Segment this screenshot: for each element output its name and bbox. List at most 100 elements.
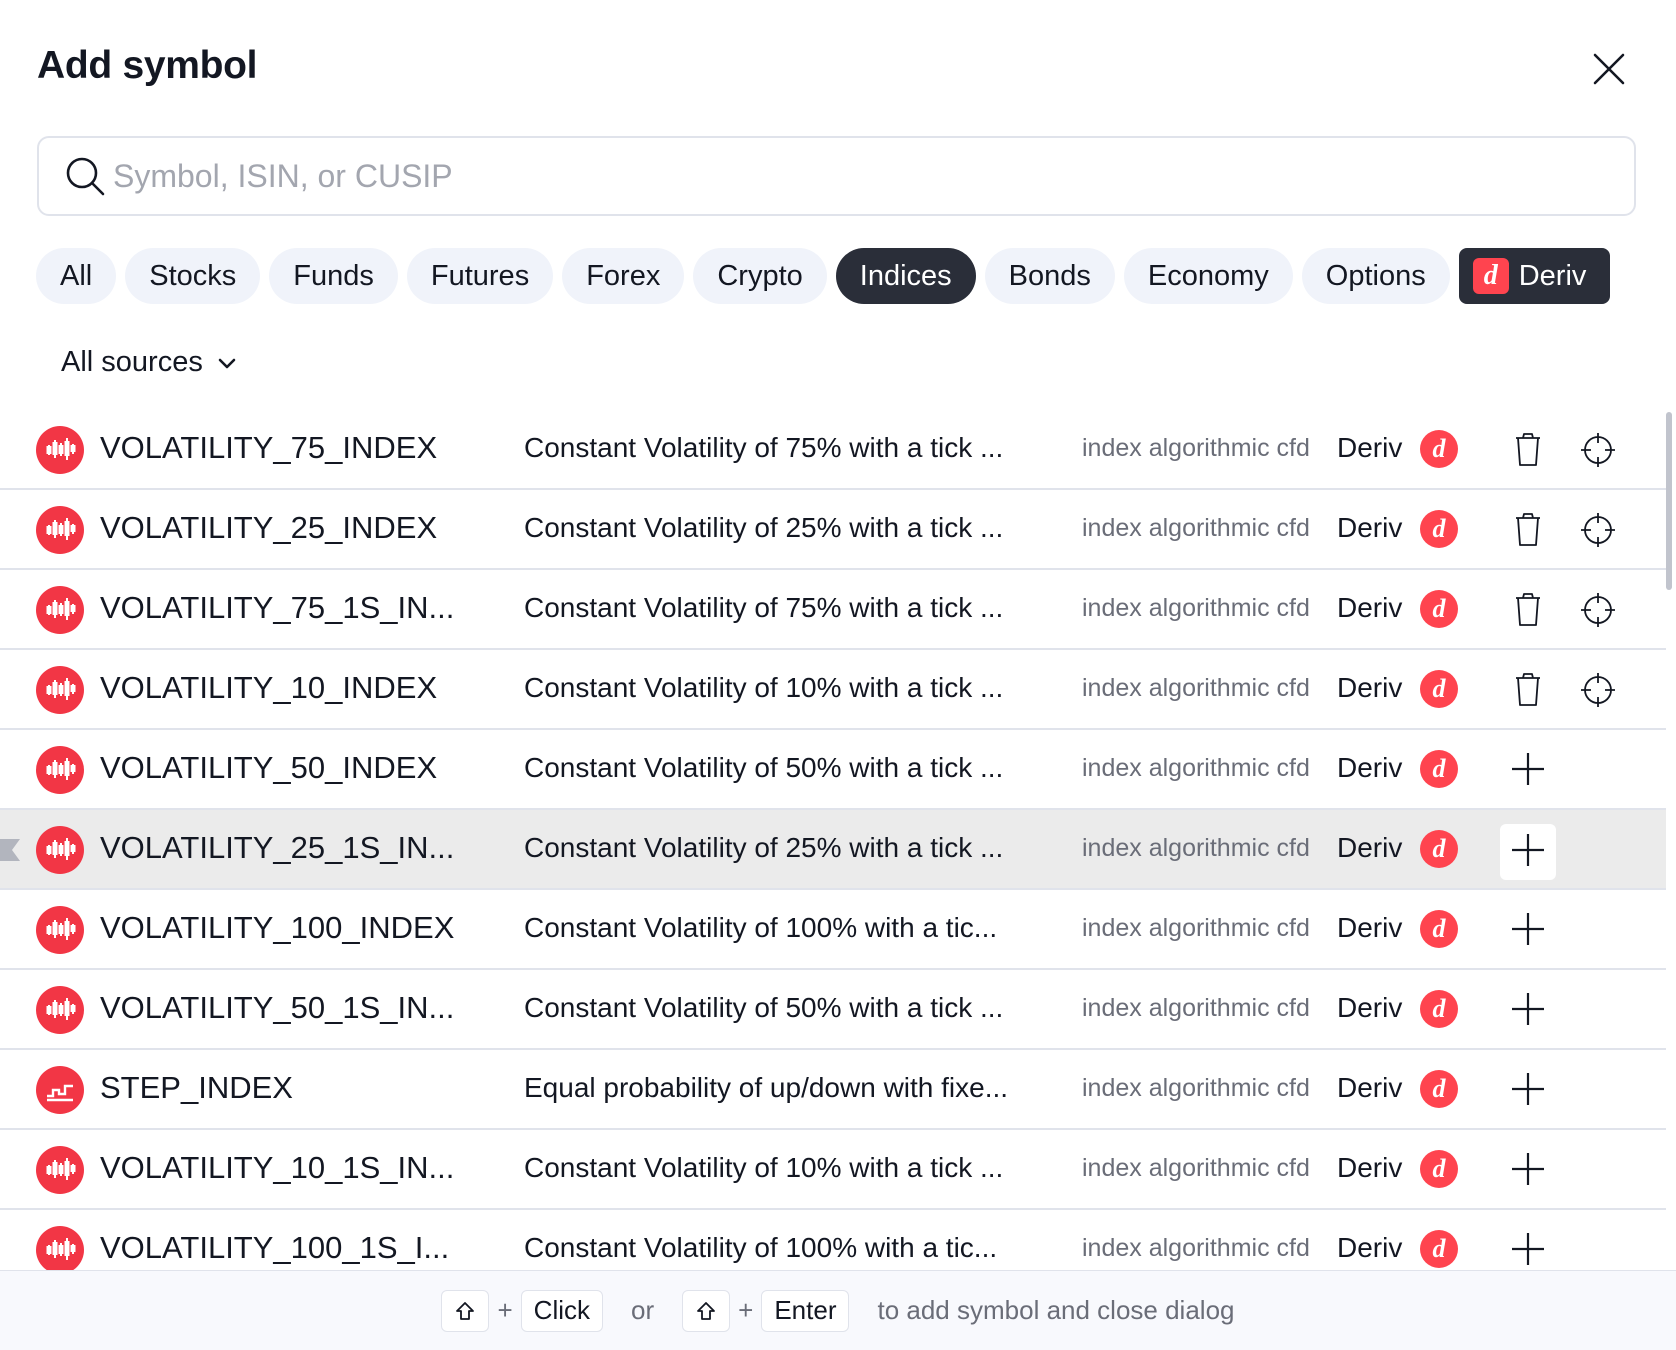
symbol-name: VOLATILITY_100_INDEX: [100, 910, 455, 945]
deriv-logo-icon: d: [1420, 830, 1458, 868]
symbol-type: index algorithmic cfd: [1082, 834, 1310, 862]
add-symbol-button[interactable]: [1500, 988, 1556, 1034]
symbol-name: VOLATILITY_75_INDEX: [100, 430, 438, 465]
list-scrollbar[interactable]: [1666, 412, 1672, 590]
tab-label: Futures: [430, 259, 530, 292]
add-symbol-button[interactable]: [1500, 908, 1556, 954]
symbol-row[interactable]: VOLATILITY_75_INDEX Constant Volatility o…: [0, 410, 1666, 490]
trash-icon: [1508, 429, 1548, 474]
remove-symbol-button[interactable]: [1500, 428, 1556, 474]
locate-symbol-button[interactable]: [1578, 590, 1622, 634]
symbol-description: Constant Volatility of 75% with a tick .…: [524, 432, 1004, 463]
deriv-logo-icon: d: [1420, 590, 1458, 628]
locate-symbol-button[interactable]: [1578, 430, 1622, 474]
tab-funds[interactable]: Funds: [269, 248, 398, 304]
plus-text: +: [497, 1295, 513, 1325]
symbol-name: VOLATILITY_10_INDEX: [100, 670, 438, 705]
crosshair-icon: [1578, 513, 1618, 554]
add-symbol-button[interactable]: [1500, 824, 1556, 880]
symbol-row[interactable]: VOLATILITY_10_1S_IN... Constant Volatilit…: [0, 1130, 1666, 1210]
tab-stocks[interactable]: Stocks: [125, 248, 261, 304]
candles-icon: [36, 1226, 84, 1270]
symbol-type: index algorithmic cfd: [1082, 594, 1310, 622]
symbol-name: VOLATILITY_10_1S_IN...: [100, 1150, 455, 1185]
or-text: or: [631, 1295, 655, 1325]
remove-symbol-button[interactable]: [1500, 668, 1556, 714]
locate-symbol-button[interactable]: [1578, 510, 1622, 554]
candles-icon: [36, 1146, 84, 1194]
tab-indices[interactable]: Indices: [835, 248, 976, 304]
tab-label: Crypto: [717, 259, 803, 292]
tab-forex[interactable]: Forex: [562, 248, 685, 304]
candles-icon: [36, 746, 84, 794]
close-button[interactable]: [1585, 45, 1633, 93]
plus-icon: [1508, 1149, 1548, 1194]
crosshair-icon: [1578, 593, 1618, 634]
symbol-description: Constant Volatility of 10% with a tick .…: [524, 1152, 1004, 1183]
candles-icon: [36, 826, 84, 874]
symbol-description: Constant Volatility of 25% with a tick .…: [524, 832, 1004, 863]
exchange-name: Deriv: [1337, 752, 1403, 783]
symbol-description: Constant Volatility of 50% with a tick .…: [524, 752, 1004, 783]
click-key: Click: [520, 1289, 604, 1332]
deriv-logo-icon: d: [1420, 510, 1458, 548]
exchange-name: Deriv: [1337, 1072, 1403, 1103]
hint-text: to add symbol and close dialog: [877, 1295, 1235, 1325]
symbol-row[interactable]: STEP_INDEX Equal probability of up/down w…: [0, 1050, 1666, 1130]
symbol-row[interactable]: VOLATILITY_50_1S_IN... Constant Volatilit…: [0, 970, 1666, 1050]
symbol-type: index algorithmic cfd: [1082, 1234, 1310, 1262]
sources-label: All sources: [61, 346, 203, 378]
symbol-row[interactable]: VOLATILITY_75_1S_IN... Constant Volatilit…: [0, 570, 1666, 650]
tab-options[interactable]: Options: [1301, 248, 1450, 304]
tab-all[interactable]: All: [36, 248, 117, 304]
sources-dropdown[interactable]: All sources: [61, 346, 239, 379]
tab-futures[interactable]: Futures: [406, 248, 554, 304]
candles-icon: [36, 666, 84, 714]
shift-icon: [456, 1301, 475, 1320]
remove-symbol-button[interactable]: [1500, 508, 1556, 554]
tab-deriv[interactable]: d Deriv: [1458, 248, 1611, 304]
deriv-logo-icon: d: [1420, 990, 1458, 1028]
tab-crypto[interactable]: Crypto: [693, 248, 827, 304]
symbol-list: VOLATILITY_75_INDEX Constant Volatility o…: [0, 410, 1666, 1270]
row-flag-marker[interactable]: [0, 839, 20, 861]
candles-icon: [36, 906, 84, 954]
symbol-description: Constant Volatility of 50% with a tick .…: [524, 992, 1004, 1023]
deriv-logo-icon: d: [1420, 1230, 1458, 1268]
add-symbol-dialog: Add symbol All Stocks Funds Futures Forex Cry…: [0, 0, 1676, 1350]
exchange-name: Deriv: [1337, 912, 1403, 943]
search-input[interactable]: [113, 157, 1513, 195]
plus-icon: [1508, 830, 1548, 875]
exchange-name: Deriv: [1337, 592, 1403, 623]
deriv-logo-icon: d: [1420, 670, 1458, 708]
remove-symbol-button[interactable]: [1500, 588, 1556, 634]
add-symbol-button[interactable]: [1500, 1068, 1556, 1114]
locate-symbol-button[interactable]: [1578, 670, 1622, 714]
symbol-type: index algorithmic cfd: [1082, 914, 1310, 942]
tab-bonds[interactable]: Bonds: [984, 248, 1115, 304]
tab-economy[interactable]: Economy: [1123, 248, 1293, 304]
tab-label: All: [60, 259, 93, 292]
symbol-row[interactable]: VOLATILITY_50_INDEX Constant Volatility o…: [0, 730, 1666, 810]
tab-label: Options: [1325, 259, 1426, 292]
crosshair-icon: [1578, 433, 1618, 474]
add-symbol-button[interactable]: [1500, 1228, 1556, 1270]
symbol-row[interactable]: VOLATILITY_10_INDEX Constant Volatility o…: [0, 650, 1666, 730]
symbol-name: VOLATILITY_25_INDEX: [100, 510, 438, 545]
plus-icon: [1508, 989, 1548, 1034]
exchange-name: Deriv: [1337, 672, 1403, 703]
dialog-title: Add symbol: [37, 44, 258, 87]
plus-text-2: +: [738, 1295, 754, 1325]
symbol-row[interactable]: VOLATILITY_100_INDEX Constant Volatility …: [0, 890, 1666, 970]
shift-key-2: [682, 1289, 731, 1332]
search-box[interactable]: [37, 136, 1636, 216]
add-symbol-button[interactable]: [1500, 748, 1556, 794]
exchange-name: Deriv: [1337, 1232, 1403, 1263]
symbol-name: STEP_INDEX: [100, 1070, 293, 1105]
symbol-row[interactable]: VOLATILITY_25_1S_IN... Constant Volatilit…: [0, 810, 1666, 890]
symbol-row[interactable]: VOLATILITY_25_INDEX Constant Volatility o…: [0, 490, 1666, 570]
footer-hint: + Click or + Enter to add symbol and clo…: [0, 1270, 1676, 1350]
symbol-row[interactable]: VOLATILITY_100_1S_I... Constant Volatilit…: [0, 1210, 1666, 1270]
plus-icon: [1508, 1069, 1548, 1114]
add-symbol-button[interactable]: [1500, 1148, 1556, 1194]
